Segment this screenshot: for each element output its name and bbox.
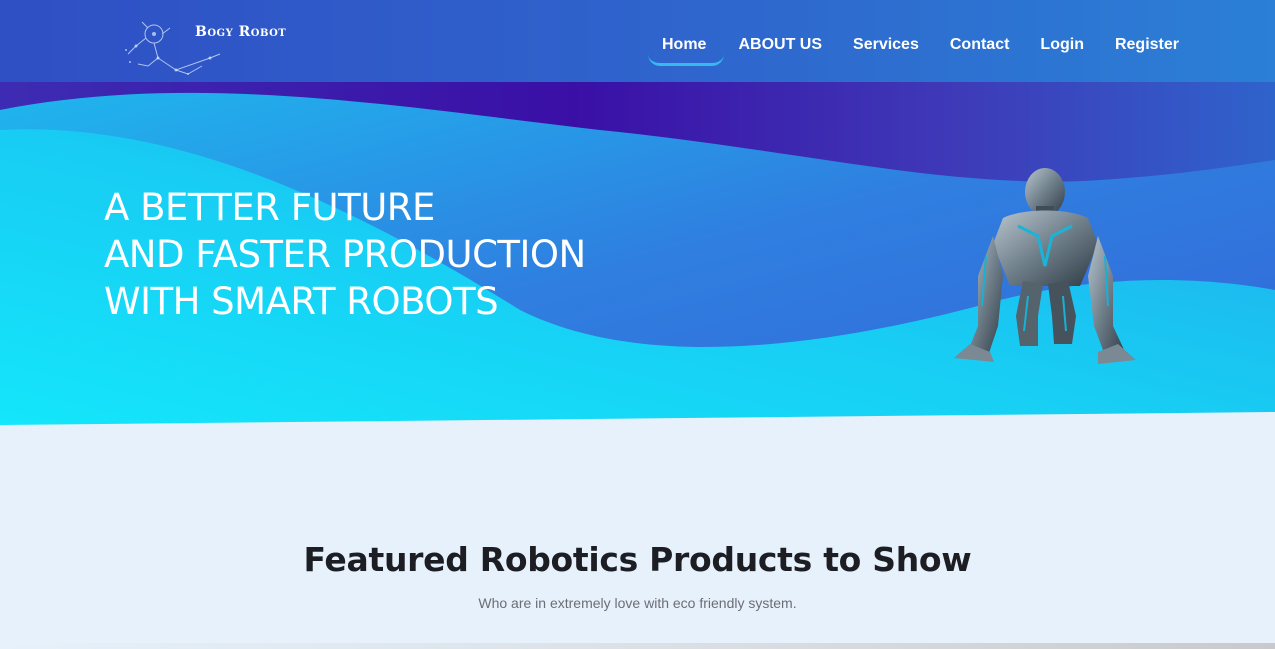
- bottom-divider: [0, 643, 1275, 649]
- nav-contact[interactable]: Contact: [950, 30, 1010, 66]
- hero-line-3: WITH SMART ROBOTS: [104, 280, 499, 323]
- brand-name: Bogy Robot: [195, 24, 287, 40]
- nav-home[interactable]: Home: [648, 30, 725, 66]
- hero-banner: A BETTER FUTURE AND FASTER PRODUCTION WI…: [0, 70, 1275, 425]
- hero-headline: A BETTER FUTURE AND FASTER PRODUCTION WI…: [104, 184, 586, 325]
- brand-logo[interactable]: Bogy Robot: [118, 14, 308, 80]
- hero-line-1: A BETTER FUTURE: [104, 186, 435, 229]
- crouching-robot-image: [954, 168, 1136, 364]
- featured-section-title: Featured Robotics Products to Show: [303, 540, 972, 579]
- nav-login[interactable]: Login: [1040, 30, 1084, 66]
- featured-section-subtitle: Who are in extremely love with eco frien…: [478, 595, 797, 611]
- nav-about-us[interactable]: ABOUT US: [738, 30, 822, 66]
- nav-services[interactable]: Services: [853, 30, 919, 66]
- main-navigation: Home ABOUT US Services Contact Login Reg…: [648, 30, 1179, 66]
- hero-line-2: AND FASTER PRODUCTION: [104, 233, 586, 276]
- top-navbar: Bogy Robot Home ABOUT US Services Contac…: [0, 0, 1275, 82]
- nav-register[interactable]: Register: [1115, 30, 1179, 66]
